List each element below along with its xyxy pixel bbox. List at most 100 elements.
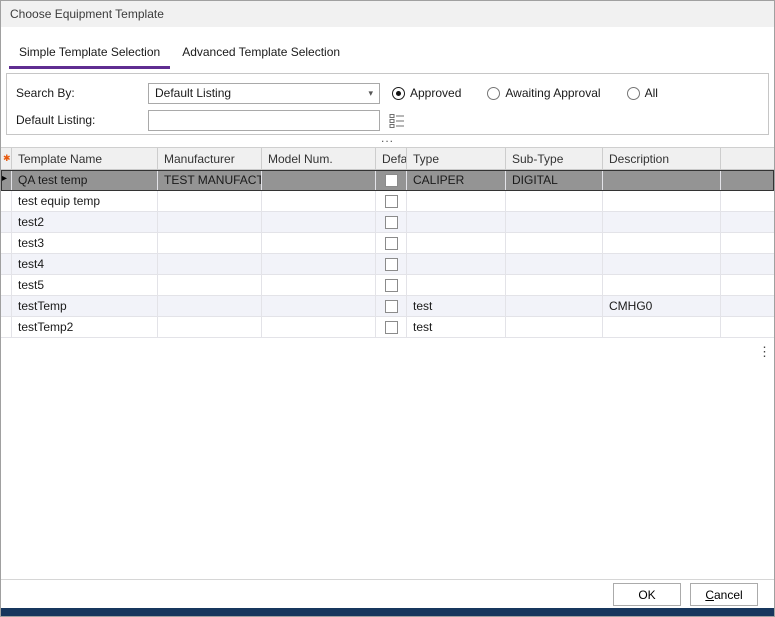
- cell-filler: [721, 275, 774, 296]
- cell-manufacturer: [158, 254, 262, 275]
- cell-template-name: test4: [12, 254, 158, 275]
- cell-sub-type: [506, 233, 603, 254]
- default-checkbox[interactable]: [385, 237, 398, 250]
- radio-all[interactable]: All: [627, 86, 658, 100]
- cell-default: [376, 296, 407, 317]
- cell-default: [376, 233, 407, 254]
- search-by-selected-value: Default Listing: [155, 86, 231, 100]
- cell-model-num: [262, 212, 376, 233]
- cell-model-num: [262, 233, 376, 254]
- default-checkbox[interactable]: [385, 279, 398, 292]
- cell-template-name: test equip temp: [12, 191, 158, 212]
- cell-type: [407, 212, 506, 233]
- ok-button-label: OK: [638, 588, 655, 602]
- footer-button-bar: OK Cancel: [613, 583, 758, 606]
- row-indicator: [1, 254, 12, 275]
- column-header-sub-type[interactable]: Sub-Type: [506, 148, 603, 169]
- cell-sub-type: [506, 296, 603, 317]
- cell-default: [376, 254, 407, 275]
- cell-template-name: test3: [12, 233, 158, 254]
- cell-manufacturer: [158, 275, 262, 296]
- cell-description: [603, 233, 721, 254]
- column-header-defaul[interactable]: Defaul: [376, 148, 407, 169]
- required-star-icon: ✱: [3, 153, 11, 163]
- column-header-type[interactable]: Type: [407, 148, 506, 169]
- cell-model-num: [262, 191, 376, 212]
- cell-sub-type: [506, 275, 603, 296]
- column-header-model-num[interactable]: Model Num.: [262, 148, 376, 169]
- radio-circle-icon: [627, 87, 640, 100]
- cell-filler: [721, 212, 774, 233]
- cell-manufacturer: [158, 212, 262, 233]
- cell-filler: [721, 233, 774, 254]
- radio-awaiting-approval[interactable]: Awaiting Approval: [487, 86, 600, 100]
- default-listing-input[interactable]: [148, 110, 380, 131]
- cell-type: [407, 254, 506, 275]
- default-checkbox[interactable]: [385, 174, 398, 187]
- tab-simple-template-selection[interactable]: Simple Template Selection: [9, 39, 170, 69]
- cell-manufacturer: [158, 317, 262, 338]
- table-row[interactable]: ▸QA test tempTEST MANUFACTURCALIPERDIGIT…: [1, 170, 774, 191]
- cell-type: test: [407, 317, 506, 338]
- cell-filler: [721, 170, 774, 191]
- row-indicator: [1, 191, 12, 212]
- cell-model-num: [262, 275, 376, 296]
- table-row[interactable]: test3: [1, 233, 774, 254]
- cell-default: [376, 212, 407, 233]
- cell-template-name: test5: [12, 275, 158, 296]
- cell-description: [603, 212, 721, 233]
- default-checkbox[interactable]: [385, 258, 398, 271]
- table-row[interactable]: test5: [1, 275, 774, 296]
- radio-label: Awaiting Approval: [505, 86, 600, 100]
- column-header-filler: [721, 148, 774, 169]
- grid-splitter-handle-icon[interactable]: ⋮: [758, 349, 771, 355]
- cell-description: [603, 275, 721, 296]
- grid-header-row: ✱ Template NameManufacturerModel Num.Def…: [1, 148, 774, 170]
- table-row[interactable]: test equip temp: [1, 191, 774, 212]
- table-row[interactable]: test2: [1, 212, 774, 233]
- cell-description: CMHG0: [603, 296, 721, 317]
- panel-collapse-splitter[interactable]: ...: [1, 135, 774, 147]
- cancel-button-label: Cancel: [705, 588, 742, 602]
- row-indicator: [1, 212, 12, 233]
- cell-description: [603, 191, 721, 212]
- table-row[interactable]: testTemptestCMHG0: [1, 296, 774, 317]
- cell-sub-type: DIGITAL: [506, 170, 603, 191]
- radio-circle-icon: [487, 87, 500, 100]
- radio-label: Approved: [410, 86, 461, 100]
- tab-advanced-template-selection[interactable]: Advanced Template Selection: [172, 39, 350, 69]
- column-header-template-name[interactable]: Template Name: [12, 148, 158, 169]
- cancel-button[interactable]: Cancel: [690, 583, 758, 606]
- table-row[interactable]: test4: [1, 254, 774, 275]
- default-checkbox[interactable]: [385, 300, 398, 313]
- default-listing-picker-button[interactable]: [387, 111, 407, 129]
- templates-grid: ✱ Template NameManufacturerModel Num.Def…: [1, 147, 774, 580]
- cell-description: [603, 254, 721, 275]
- cell-model-num: [262, 317, 376, 338]
- approval-radio-group: Approved Awaiting Approval All: [392, 86, 658, 100]
- default-checkbox[interactable]: [385, 321, 398, 334]
- cell-default: [376, 275, 407, 296]
- column-header-manufacturer[interactable]: Manufacturer: [158, 148, 262, 169]
- cell-sub-type: [506, 191, 603, 212]
- radio-circle-icon: [392, 87, 405, 100]
- radio-label: All: [645, 86, 658, 100]
- cell-filler: [721, 317, 774, 338]
- cell-type: CALIPER: [407, 170, 506, 191]
- row-indicator: [1, 233, 12, 254]
- choose-equipment-template-dialog: Choose Equipment Template Simple Templat…: [0, 0, 775, 617]
- table-row[interactable]: testTemp2test: [1, 317, 774, 338]
- cell-manufacturer: [158, 296, 262, 317]
- ok-button[interactable]: OK: [613, 583, 681, 606]
- cell-template-name: QA test temp: [12, 170, 158, 191]
- cell-template-name: test2: [12, 212, 158, 233]
- dialog-title: Choose Equipment Template: [10, 7, 164, 21]
- cell-model-num: [262, 296, 376, 317]
- column-header-description[interactable]: Description: [603, 148, 721, 169]
- default-checkbox[interactable]: [385, 216, 398, 229]
- default-checkbox[interactable]: [385, 195, 398, 208]
- radio-approved[interactable]: Approved: [392, 86, 461, 100]
- search-by-dropdown[interactable]: Default Listing ▾: [148, 83, 380, 104]
- search-by-label: Search By:: [16, 86, 148, 100]
- cell-manufacturer: [158, 191, 262, 212]
